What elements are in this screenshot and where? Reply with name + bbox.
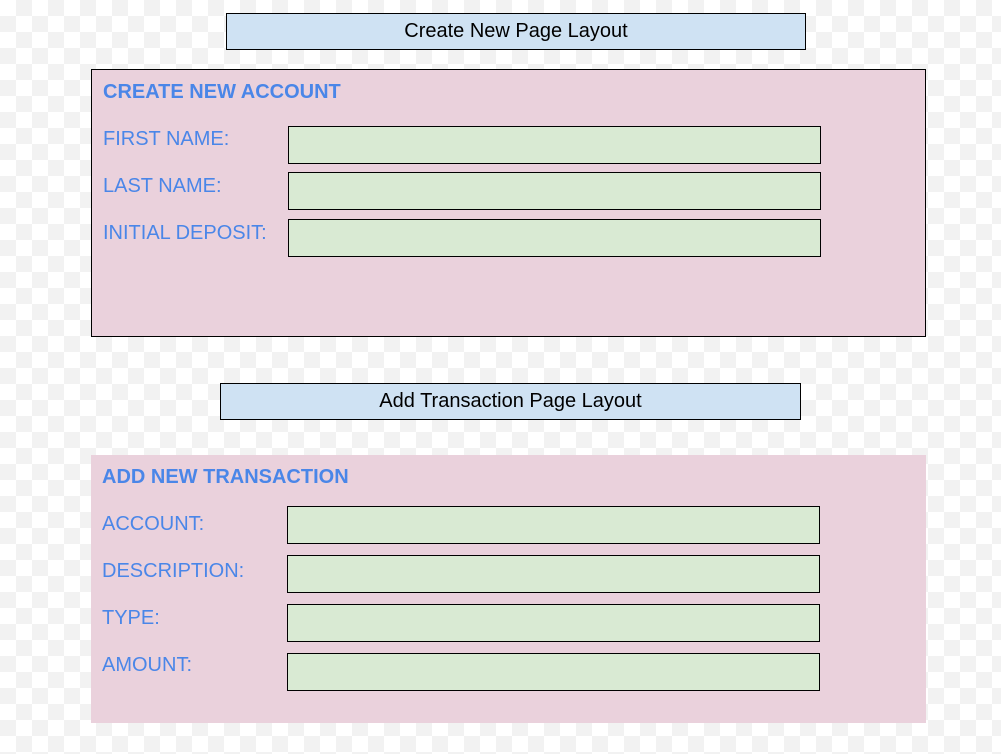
create-page-layout-title: Create New Page Layout	[226, 13, 806, 50]
type-label: TYPE:	[102, 607, 160, 629]
initial-deposit-field[interactable]	[288, 219, 821, 257]
first-name-label: FIRST NAME:	[103, 128, 230, 150]
type-field[interactable]	[287, 604, 820, 642]
account-field[interactable]	[287, 506, 820, 544]
create-account-panel: CREATE NEW ACCOUNT FIRST NAME: LAST NAME…	[91, 69, 926, 337]
last-name-field[interactable]	[288, 172, 821, 210]
add-transaction-panel: ADD NEW TRANSACTION ACCOUNT: DESCRIPTION…	[91, 455, 926, 723]
description-field[interactable]	[287, 555, 820, 593]
account-label: ACCOUNT:	[102, 513, 205, 535]
amount-label: AMOUNT:	[102, 654, 192, 676]
amount-field[interactable]	[287, 653, 820, 691]
first-name-field[interactable]	[288, 126, 821, 164]
last-name-label: LAST NAME:	[103, 175, 222, 197]
initial-deposit-label: INITIAL DEPOSIT:	[103, 222, 267, 244]
create-account-heading: CREATE NEW ACCOUNT	[103, 81, 341, 103]
add-transaction-heading: ADD NEW TRANSACTION	[102, 466, 349, 488]
add-transaction-page-layout-title: Add Transaction Page Layout	[220, 383, 801, 420]
description-label: DESCRIPTION:	[102, 560, 245, 582]
